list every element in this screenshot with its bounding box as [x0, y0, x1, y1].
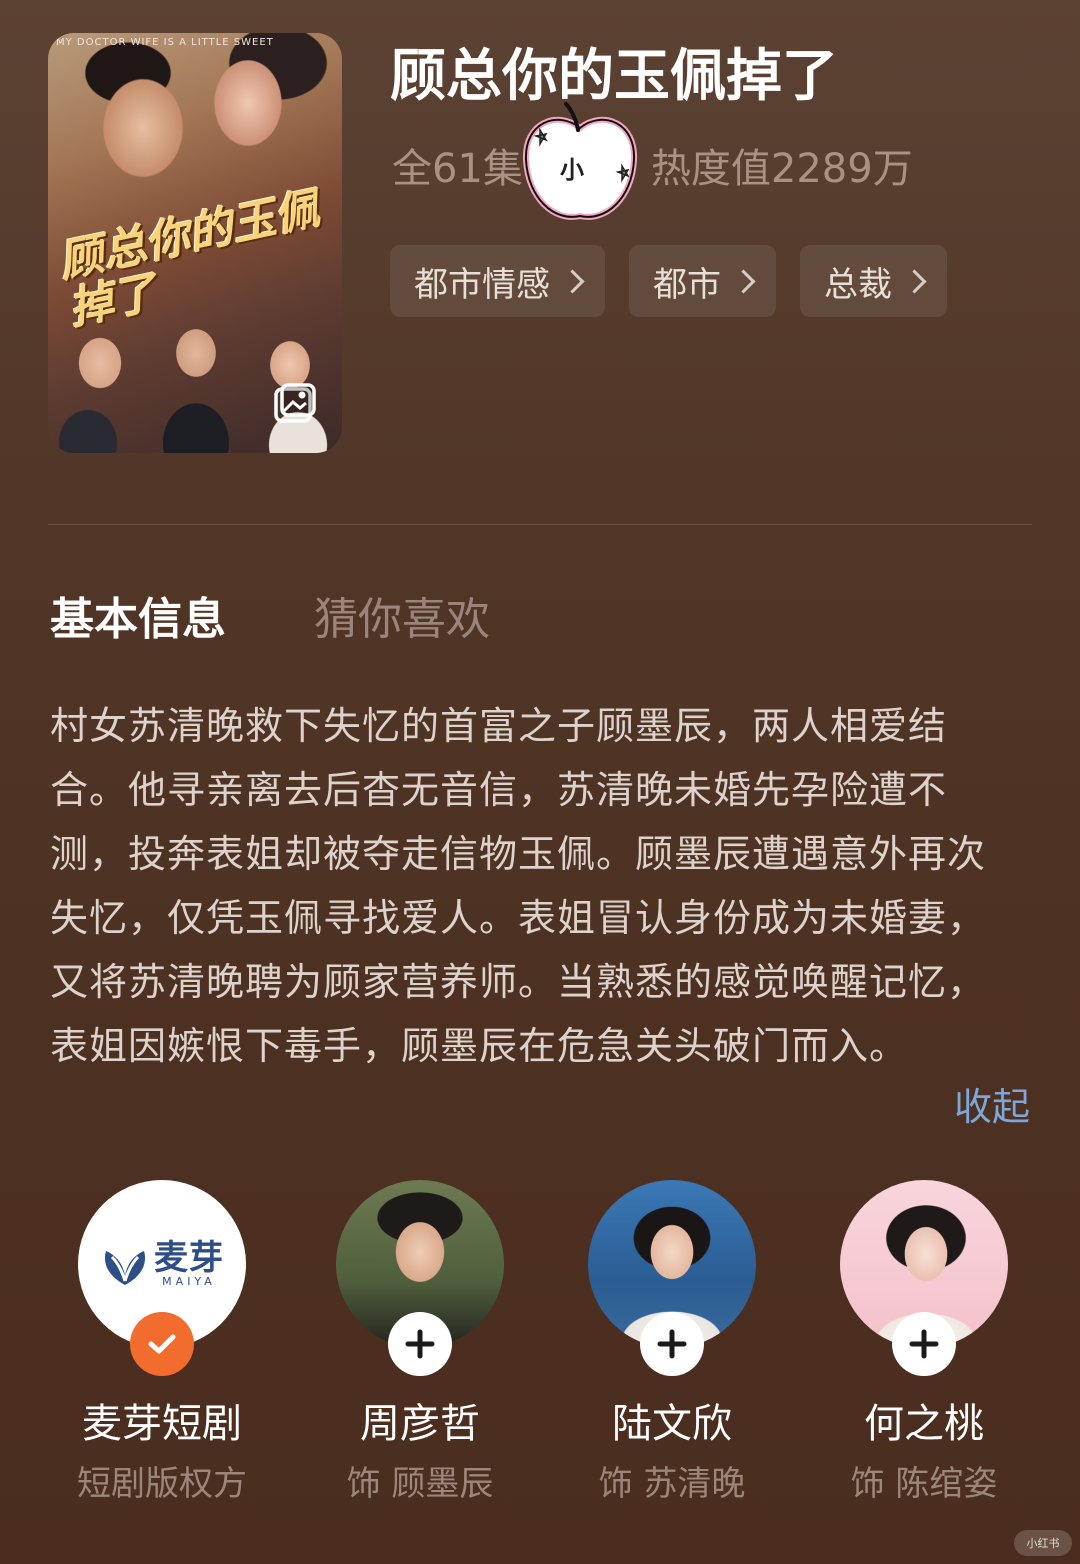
poster-english-tagline: MY DOCTOR WIFE IS A LITTLE SWEET [56, 37, 274, 48]
synopsis-text: 村女苏清晚救下失忆的首富之子顾墨辰，两人相爱结合。他寻亲离去后杳无音信，苏清晚未… [50, 704, 987, 1068]
cast-role: 短剧版权方 [77, 1464, 247, 1504]
cast-item-zhou-yanzhe[interactable]: 周彦哲 饰 顾墨辰 [290, 1180, 550, 1506]
cast-role: 饰 顾墨辰 [346, 1464, 494, 1504]
chevron-right-icon [902, 268, 927, 294]
tag-urban[interactable]: 都市 [629, 245, 776, 317]
tab-basic-info[interactable]: 基本信息 [50, 592, 226, 648]
cast-role: 饰 陈绾姿 [850, 1464, 998, 1504]
sticker-text: 小 [560, 156, 584, 184]
maiya-logo: 麦芽 MAIYA [100, 1240, 224, 1288]
genre-tags: 都市情感 都市 总裁 [390, 245, 947, 317]
chevron-right-icon [731, 268, 756, 294]
tab-recommendations[interactable]: 猜你喜欢 [314, 592, 490, 648]
image-gallery-icon[interactable] [272, 381, 318, 427]
section-divider [48, 524, 1032, 525]
logo-en-text: MAIYA [162, 1275, 216, 1288]
tag-urban-romance[interactable]: 都市情感 [390, 245, 605, 317]
avatar-container [588, 1180, 756, 1376]
follow-button[interactable] [388, 1312, 452, 1376]
avatar-container [336, 1180, 504, 1376]
cast-name: 周彦哲 [360, 1401, 480, 1447]
cast-role: 饰 苏清晚 [598, 1464, 746, 1504]
plus-icon [909, 1329, 939, 1359]
sprout-logo-icon [104, 1251, 146, 1285]
watermark: 小红书 [1014, 1530, 1072, 1556]
tag-label: 都市 [653, 264, 721, 305]
checkmark-icon [148, 1334, 176, 1354]
follow-button[interactable] [640, 1312, 704, 1376]
tag-label: 总裁 [824, 264, 892, 305]
cast-name: 麦芽短剧 [82, 1401, 242, 1447]
collapse-link[interactable]: 收起 [954, 1082, 1030, 1132]
cast-item-maiya[interactable]: 麦芽 MAIYA 麦芽短剧 短剧版权方 [32, 1180, 292, 1506]
plus-icon [405, 1329, 435, 1359]
follow-button[interactable] [892, 1312, 956, 1376]
cast-name: 何之桃 [864, 1401, 984, 1447]
popularity-value: 热度值2289万 [650, 146, 913, 192]
tag-label: 都市情感 [414, 264, 550, 305]
drama-meta: 全61集 热度值2289万 [392, 143, 913, 195]
episode-count: 全61集 [392, 146, 523, 192]
followed-badge[interactable] [130, 1312, 194, 1376]
poster-image[interactable]: MY DOCTOR WIFE IS A LITTLE SWEET 顾总你的玉佩掉… [48, 33, 342, 453]
cast-name: 陆文欣 [612, 1401, 732, 1447]
avatar-container [840, 1180, 1008, 1376]
chevron-right-icon [560, 268, 585, 294]
tag-ceo[interactable]: 总裁 [800, 245, 947, 317]
avatar-container: 麦芽 MAIYA [78, 1180, 246, 1376]
logo-cn-text: 麦芽 [154, 1238, 224, 1278]
plus-icon [657, 1329, 687, 1359]
cast-item-lu-wenxin[interactable]: 陆文欣 饰 苏清晚 [542, 1180, 802, 1506]
cast-item-he-zhitao[interactable]: 何之桃 饰 陈绾姿 [794, 1180, 1054, 1506]
